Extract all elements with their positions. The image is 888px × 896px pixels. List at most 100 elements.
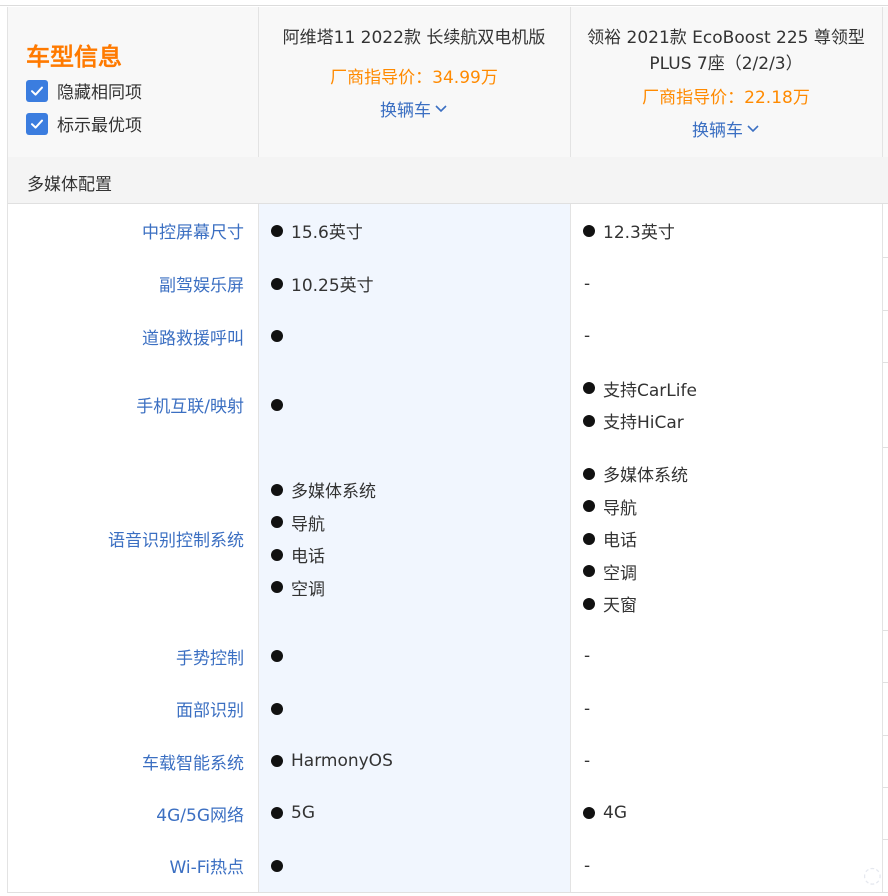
standard-dot-icon	[583, 382, 595, 394]
car1-value-cell	[258, 310, 571, 362]
feature-text: 电话	[291, 542, 325, 567]
table-row: 车载智能系统 HarmonyOS -	[7, 735, 888, 788]
feature-text: 多媒体系统	[291, 477, 376, 502]
standard-dot-icon	[583, 500, 595, 512]
row-label-cell: Wi-Fi热点	[8, 839, 258, 892]
standard-dot-icon	[583, 225, 595, 237]
row-label[interactable]: 道路救援呼叫	[142, 324, 258, 349]
header-divider	[882, 7, 883, 157]
car2-value-cell: 支持CarLife支持HiCar	[570, 362, 883, 447]
row-label[interactable]: 语音识别控制系统	[108, 526, 258, 551]
row-label[interactable]: 手机互联/映射	[136, 392, 258, 417]
feature-text: 天窗	[603, 591, 637, 616]
feature-item: 10.25英寸	[259, 267, 571, 300]
table-row: 手势控制-	[7, 630, 888, 683]
feature-text: 5G	[291, 803, 315, 823]
row-label[interactable]: 手势控制	[176, 644, 258, 669]
not-available-dash: -	[571, 274, 883, 294]
feature-text: 空调	[603, 559, 637, 584]
swap-car-button[interactable]: 换辆车	[380, 96, 448, 121]
show-best-label: 标示最优项	[57, 111, 142, 136]
table-row: 中控屏幕尺寸 15.6英寸 12.3英寸	[7, 204, 888, 258]
chevron-down-icon	[746, 124, 760, 134]
table-row: Wi-Fi热点-	[7, 839, 888, 893]
car-price: 厂商指导价：22.18万	[570, 83, 882, 108]
row-label-cell: 4G/5G网络	[8, 787, 258, 839]
feature-item	[259, 849, 571, 882]
standard-dot-icon	[271, 225, 283, 237]
row-label-cell: 手势控制	[8, 630, 258, 682]
column-divider	[882, 787, 883, 839]
checkmark-icon	[26, 113, 48, 135]
car1-value-cell: 多媒体系统导航电话空调	[258, 447, 571, 630]
feature-text: 15.6英寸	[291, 218, 363, 243]
standard-dot-icon	[271, 650, 283, 662]
feature-item: 导航	[259, 506, 571, 539]
row-label[interactable]: 车载智能系统	[142, 749, 258, 774]
table-row: 语音识别控制系统多媒体系统导航电话空调多媒体系统导航电话空调天窗	[7, 447, 888, 631]
feature-item: 空调	[571, 555, 883, 588]
column-divider	[882, 839, 883, 892]
feature-text: 10.25英寸	[291, 271, 374, 296]
swap-car-button[interactable]: 换辆车	[692, 116, 760, 141]
row-label[interactable]: 中控屏幕尺寸	[142, 218, 258, 243]
row-label[interactable]: 4G/5G网络	[156, 801, 258, 826]
car2-value-cell: -	[570, 735, 883, 787]
not-available-dash: -	[571, 326, 883, 346]
car-name: 领裕 2021款 EcoBoost 225 尊领型PLUS 7座（2/2/3）	[570, 25, 882, 77]
row-label-cell: 副驾娱乐屏	[8, 257, 258, 310]
column-divider	[882, 257, 883, 310]
car2-value-cell: -	[570, 310, 883, 362]
car-price: 厂商指导价：34.99万	[258, 63, 570, 88]
feature-item: 电话	[571, 522, 883, 555]
feature-text: 空调	[291, 575, 325, 600]
feature-text: 电话	[603, 526, 637, 551]
feature-item: 4G	[571, 797, 883, 830]
standard-dot-icon	[271, 755, 283, 767]
standard-dot-icon	[583, 565, 595, 577]
show-best-checkbox[interactable]: 标示最优项	[26, 111, 142, 136]
hide-same-label: 隐藏相同项	[57, 78, 142, 103]
row-label-cell: 语音识别控制系统	[8, 447, 258, 630]
car-column-2: 领裕 2021款 EcoBoost 225 尊领型PLUS 7座（2/2/3） …	[570, 7, 882, 141]
standard-dot-icon	[583, 807, 595, 819]
column-divider	[882, 682, 883, 735]
not-available-dash: -	[571, 699, 883, 719]
row-label[interactable]: 副驾娱乐屏	[159, 271, 258, 296]
table-row: 手机互联/映射 支持CarLife支持HiCar	[7, 362, 888, 448]
feature-text: HarmonyOS	[291, 751, 393, 771]
car2-value-cell: -	[570, 682, 883, 735]
standard-dot-icon	[271, 399, 283, 411]
feature-item	[259, 320, 571, 353]
table-row: 4G/5G网络 5G 4G	[7, 787, 888, 840]
feature-item: 多媒体系统	[259, 474, 571, 507]
row-label-cell: 车载智能系统	[8, 735, 258, 787]
car2-value-cell: 12.3英寸	[570, 204, 883, 257]
not-available-dash: -	[571, 751, 883, 771]
row-label[interactable]: Wi-Fi热点	[169, 853, 258, 878]
feature-item: 天窗	[571, 587, 883, 620]
car1-value-cell: 15.6英寸	[258, 204, 571, 257]
swap-car-label: 换辆车	[380, 96, 431, 121]
standard-dot-icon	[583, 468, 595, 480]
standard-dot-icon	[271, 330, 283, 342]
car1-value-cell: 5G	[258, 787, 571, 839]
top-border	[0, 5, 888, 6]
car-name: 阿维塔11 2022款 长续航双电机版	[258, 25, 570, 51]
car2-value-cell: -	[570, 257, 883, 310]
standard-dot-icon	[583, 598, 595, 610]
row-label-cell: 道路救援呼叫	[8, 310, 258, 362]
hide-same-checkbox[interactable]: 隐藏相同项	[26, 78, 142, 103]
standard-dot-icon	[583, 533, 595, 545]
row-label[interactable]: 面部识别	[176, 696, 258, 721]
section-header: 多媒体配置	[7, 157, 888, 204]
standard-dot-icon	[271, 516, 283, 528]
feature-item: 支持HiCar	[571, 405, 883, 438]
feature-item: 支持CarLife	[571, 372, 883, 405]
car1-value-cell	[258, 630, 571, 682]
column-divider	[882, 447, 883, 630]
row-label-cell: 手机互联/映射	[8, 362, 258, 447]
feature-item: 多媒体系统	[571, 457, 883, 490]
feature-item: 5G	[259, 797, 571, 830]
column-divider	[882, 310, 883, 362]
